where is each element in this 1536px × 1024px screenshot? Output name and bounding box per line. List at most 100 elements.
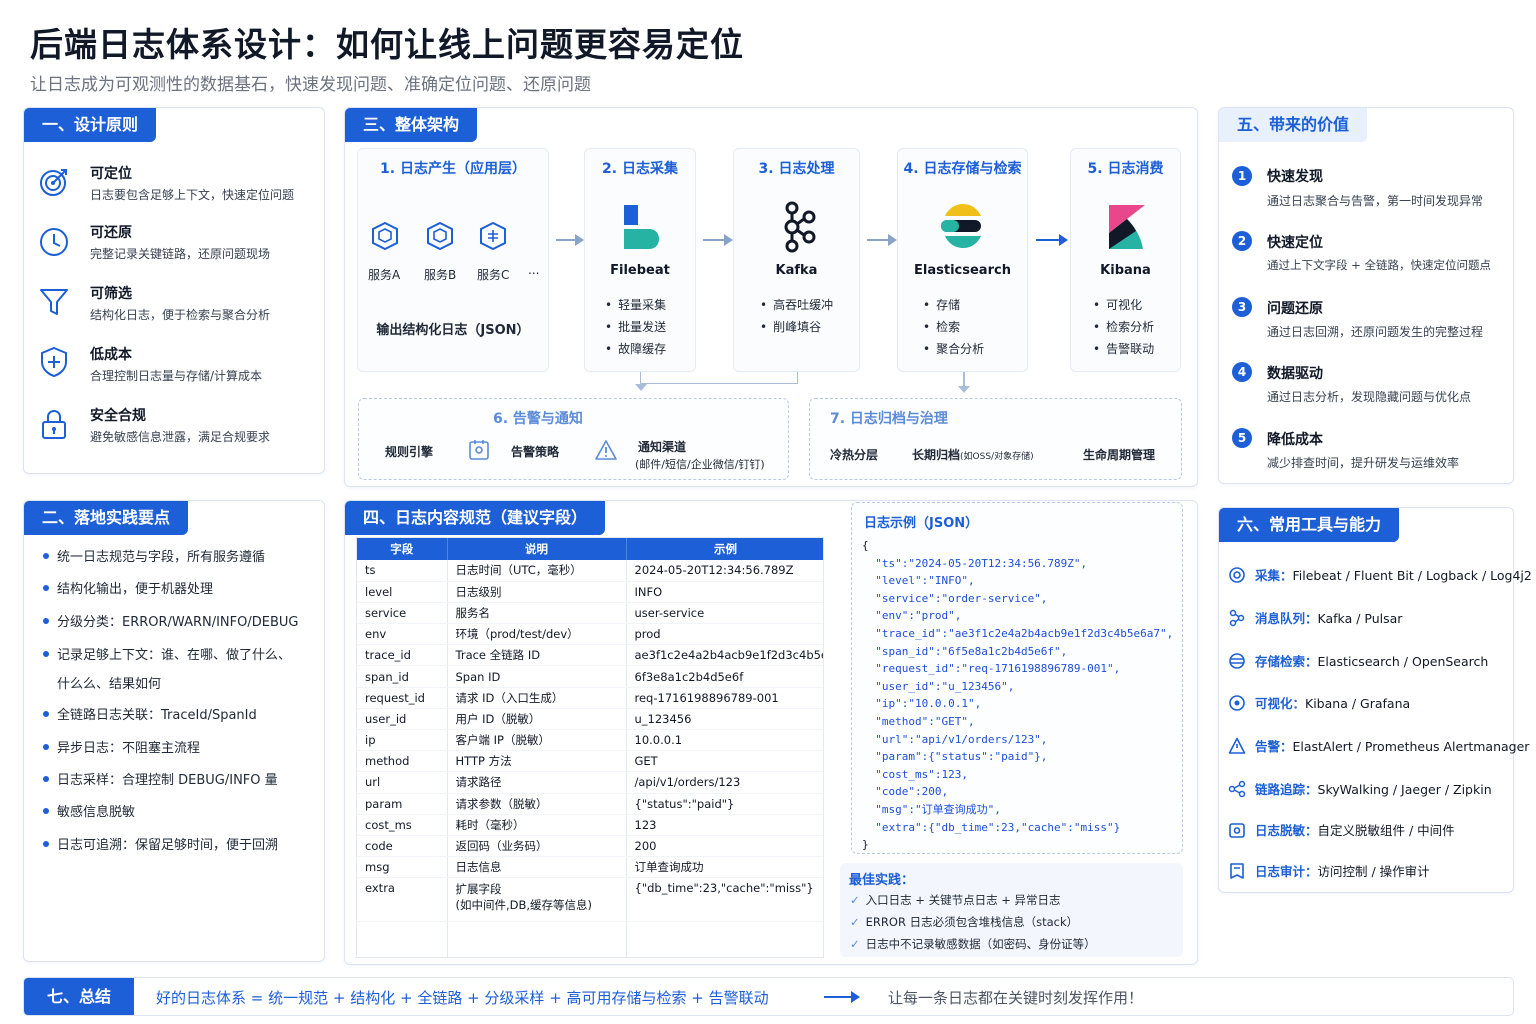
spec-cell-example: user-service xyxy=(626,602,823,625)
connector-line xyxy=(963,372,965,386)
spec-cell-example: u_123456 xyxy=(626,708,823,731)
tool-category: 消息队列： xyxy=(1255,611,1318,626)
trace-icon xyxy=(1228,780,1246,801)
filebeat-logo-icon xyxy=(621,203,661,253)
best-practice-title: 最佳实践： xyxy=(849,873,915,888)
tool-row: 告警：ElastAlert / Prometheus Alertmanager xyxy=(1228,736,1529,758)
spec-cell-desc: 日志时间（UTC，毫秒） xyxy=(447,560,627,582)
tool-category: 告警： xyxy=(1255,739,1293,754)
longterm-detail: (如OSS/对象存储) xyxy=(960,452,1034,462)
stage-points: 轻量采集 批量发送 故障缓存 xyxy=(605,294,666,360)
clock-icon xyxy=(38,226,70,258)
channel-detail: (邮件/短信/企业微信/钉钉) xyxy=(635,458,765,471)
stage-tool-name: Kibana xyxy=(1100,263,1151,278)
table-row: service 服务名 user-service xyxy=(357,602,823,625)
values-panel: 五、带来的价值 xyxy=(1218,107,1514,484)
tool-row: 可视化：Kibana / Grafana xyxy=(1228,693,1410,715)
json-code: { "ts":"2024-05-20T12:34:56.789Z", "leve… xyxy=(862,537,1173,854)
summary-heading: 七、总结 xyxy=(24,978,134,1015)
spec-cell-field: ip xyxy=(357,729,448,752)
spec-cell-field: service xyxy=(357,602,448,625)
stage-point: 检索分析 xyxy=(1093,316,1154,338)
stage-point: 检索 xyxy=(923,316,984,338)
mask-icon xyxy=(1228,821,1246,842)
spec-header-row: 字段 说明 示例 xyxy=(357,538,823,560)
table-row: url 请求路径/api/v1/orders/123 xyxy=(357,771,823,794)
table-row: user_id 用户 ID（脱敏） u_123456 xyxy=(357,708,823,731)
kafka-logo-icon xyxy=(780,201,816,253)
stage-point: 轻量采集 xyxy=(605,294,666,316)
spec-cell-desc: 日志信息 xyxy=(447,856,627,879)
flow-arrow xyxy=(1036,234,1068,246)
spec-cell-example: 订单查询成功 xyxy=(626,856,823,879)
summary-arrow xyxy=(824,991,860,1003)
stage-points: 存储 检索 聚合分析 xyxy=(923,294,984,360)
spec-extra-desc: 扩展字段 xyxy=(455,882,502,897)
stage-title: 1. 日志产生（应用层） xyxy=(380,161,526,177)
table-filler-row xyxy=(357,921,823,957)
spec-cell-example: 200 xyxy=(626,835,823,858)
kibana-logo-icon xyxy=(1105,203,1147,251)
filter-icon xyxy=(38,286,70,318)
json-line: "code":200, xyxy=(862,785,949,799)
stage-point: 批量发送 xyxy=(605,316,666,338)
principle-desc: 完整记录关键链路，还原问题现场 xyxy=(90,247,271,261)
spec-cell-field: method xyxy=(357,750,448,773)
spec-cell-desc: 请求参数（脱敏） xyxy=(447,793,627,815)
best-practice-item: ✓ ERROR 日志必须包含堆栈信息（stack） xyxy=(850,914,1078,930)
spec-cell-example: /api/v1/orders/123 xyxy=(626,771,823,794)
stage-point: 聚合分析 xyxy=(923,338,984,360)
flow-arrow xyxy=(556,234,584,246)
spec-cell-example: INFO xyxy=(626,581,823,603)
principle-desc: 避免敏感信息泄露，满足合规要求 xyxy=(90,430,271,444)
value-desc: 通过日志聚合与告警，第一时间发现异常 xyxy=(1267,194,1484,208)
practices-panel: 二、落地实践要点 xyxy=(23,500,325,962)
tool-value: Kafka / Pulsar xyxy=(1317,611,1403,626)
spec-cell-example: ae3f1c2e4a2b4acb9e1f2d3c4b5e6a7 xyxy=(626,644,823,667)
spec-body: ts 日志时间（UTC，毫秒） 2024-05-20T12:34:56.789Z le… xyxy=(357,560,823,957)
tool-row: 日志脱敏：自定义脱敏组件 / 中间件 xyxy=(1228,820,1455,842)
spec-table-wrap: 字段 说明 示例 ts 日志时间（UTC，毫秒） 2024-05-20T12:34:… xyxy=(356,537,824,958)
practice-item: 日志采样：合理控制 DEBUG/INFO 量 xyxy=(43,769,278,788)
value-name: 降低成本 xyxy=(1267,432,1323,448)
archive-box: 7. 日志归档与治理 冷热分层 长期归档(如OSS/对象存储) 生命周期管理 xyxy=(809,398,1182,480)
tool-category: 日志脱敏： xyxy=(1255,823,1318,838)
json-line: "cost_ms":123, xyxy=(862,767,968,781)
audit-icon xyxy=(1228,862,1246,883)
summary-bar: 七、总结 好的日志体系 = 统一规范 + 结构化 + 全链路 + 分级采样 + … xyxy=(23,977,1514,1016)
json-line: "trace_id":"ae3f1c2e4a2b4acb9e1f2d3c4b5e… xyxy=(862,626,1174,640)
connector-arrowhead xyxy=(635,384,647,391)
spec-col-example: 示例 xyxy=(626,538,823,560)
service-cube-icon xyxy=(425,221,455,251)
tool-value: 访问控制 / 操作审计 xyxy=(1317,864,1430,879)
service-cube-icon xyxy=(370,221,400,251)
values-heading: 五、带来的价值 xyxy=(1219,108,1368,142)
spec-cell-example: req-1716198896789-001 xyxy=(626,687,823,709)
stage-collect: 2. 日志采集 Filebeat 轻量采集 批量发送 故障缓存 xyxy=(584,148,696,372)
stage-tool-name: Elasticsearch xyxy=(914,263,1011,278)
tool-category: 链路追踪： xyxy=(1255,782,1318,797)
tool-row: 采集：Filebeat / Fluent Bit / Logback / Log… xyxy=(1228,565,1532,587)
spec-cell-desc: Span ID xyxy=(447,665,627,688)
service-label: 服务B xyxy=(424,268,457,282)
spec-cell-field: cost_ms xyxy=(357,814,448,836)
spec-cell-field: param xyxy=(357,793,448,815)
table-row: param 请求参数（脱敏） {"status":"paid"} xyxy=(357,793,823,815)
practice-item: 日志可追溯：保留足够时间，便于回溯 xyxy=(42,834,278,853)
table-row: trace_id Trace 全链路 ID ae3f1c2e4a2b4acb9e1f… xyxy=(357,644,823,667)
spec-cell-field: level xyxy=(357,581,448,603)
tool-row: 日志审计：访问控制 / 操作审计 xyxy=(1228,861,1430,883)
tool-value: ElastAlert / Prometheus Alertmanager xyxy=(1292,739,1530,754)
practices-heading: 二、落地实践要点 xyxy=(24,501,189,535)
spec-cell-field: code xyxy=(357,835,448,858)
spec-cell-desc: 用户 ID（脱敏） xyxy=(447,708,627,731)
check-icon: ✓ xyxy=(850,937,860,951)
json-line: "method":"GET", xyxy=(862,714,975,728)
stage-points: 高吞吐缓冲 削峰填谷 xyxy=(760,294,833,338)
table-row: msg 日志信息 订单查询成功 xyxy=(357,856,823,879)
practice-item: 记录足够上下文：谁、在哪、做了什么、 xyxy=(42,644,291,663)
flow-arrow xyxy=(703,234,733,246)
best-practice-box: 最佳实践： ✓ 入口日志 + 关键节点日志 + 异常日志 ✓ ERROR 日志必须包… xyxy=(840,863,1183,957)
tool-value: Elasticsearch / OpenSearch xyxy=(1317,654,1489,669)
value-name: 数据驱动 xyxy=(1267,366,1323,382)
